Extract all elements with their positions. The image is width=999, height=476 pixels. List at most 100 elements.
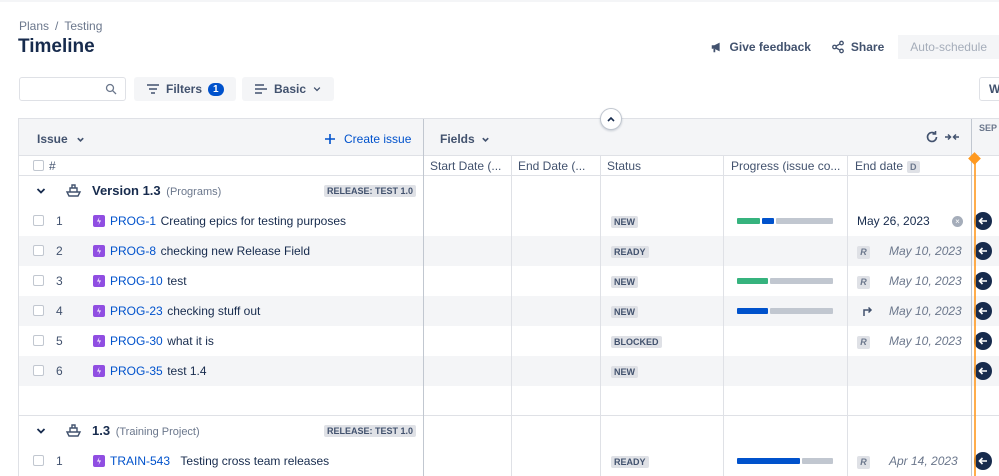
- issue-key-link[interactable]: PROG-35: [110, 364, 163, 378]
- table-row[interactable]: 4 PROG-23 checking stuff out NEW May 10, 202…: [19, 296, 999, 326]
- filters-label: Filters: [166, 82, 203, 96]
- end-date-rollup[interactable]: May 10, 2023: [889, 244, 962, 258]
- group-project: (Programs): [166, 186, 222, 198]
- table-row[interactable]: 1 PROG-1 Creating epics for testing purpos…: [19, 206, 999, 236]
- issue-key-link[interactable]: PROG-23: [110, 304, 163, 318]
- row-checkbox[interactable]: [33, 215, 44, 226]
- col-end-date[interactable]: End Date (...: [518, 159, 600, 173]
- table-row[interactable]: 1 TRAIN-543 Testing cross team releases REA…: [19, 446, 999, 476]
- scroll-to-bar-button[interactable]: [974, 452, 992, 470]
- date-badge: D: [907, 161, 920, 173]
- timeline-month-label: SEP: [979, 123, 998, 133]
- status-lozenge[interactable]: BLOCKED: [611, 336, 662, 348]
- search-input[interactable]: [26, 78, 104, 100]
- row-number: 5: [56, 334, 63, 348]
- issue-key-link[interactable]: PROG-30: [110, 334, 163, 348]
- progress-bar: [737, 308, 833, 314]
- collapse-columns-icon[interactable]: [944, 129, 960, 145]
- rollup-badge: R: [857, 456, 870, 469]
- grid-header-tools: [924, 129, 960, 145]
- issue-summary: checking new Release Field: [160, 244, 311, 258]
- group-name: Version 1.3: [92, 183, 161, 198]
- end-date[interactable]: May 26, 2023: [857, 214, 930, 228]
- scroll-to-bar-button[interactable]: [974, 362, 992, 380]
- fields-dropdown[interactable]: Fields: [440, 132, 490, 146]
- scroll-to-bar-button[interactable]: [974, 332, 992, 350]
- row-number: 2: [56, 244, 63, 258]
- progress-todo: [776, 218, 833, 224]
- row-checkbox[interactable]: [33, 335, 44, 346]
- group-name: 1.3: [92, 423, 111, 438]
- group-spacer: [19, 386, 999, 416]
- end-date-rollup[interactable]: May 10, 2023: [889, 334, 962, 348]
- release-lozenge: RELEASE: TEST 1.0: [324, 425, 417, 437]
- story-icon: [93, 455, 105, 467]
- search-field[interactable]: [19, 77, 126, 101]
- scroll-to-bar-button[interactable]: [974, 212, 992, 230]
- issue-summary: test 1.4: [167, 364, 207, 378]
- end-date-rollup[interactable]: May 10, 2023: [889, 304, 962, 318]
- view-settings-button[interactable]: Basic: [242, 77, 335, 101]
- col-start-date[interactable]: Start Date (...: [430, 159, 510, 173]
- status-lozenge[interactable]: NEW: [611, 276, 638, 288]
- issue-key-link[interactable]: PROG-1: [110, 214, 156, 228]
- select-all-checkbox[interactable]: [33, 160, 44, 171]
- status-lozenge[interactable]: NEW: [611, 216, 638, 228]
- release-lozenge: RELEASE: TEST 1.0: [324, 185, 417, 197]
- table-row[interactable]: 6 PROG-35 test 1.4 NEW: [19, 356, 999, 386]
- refresh-icon[interactable]: [924, 129, 940, 145]
- view-settings-label: Basic: [274, 82, 307, 96]
- group-row: Version 1.3 (Programs) RELEASE: TEST 1.0: [19, 176, 999, 206]
- breadcrumb-current[interactable]: Testing: [64, 19, 102, 33]
- chevron-down-icon[interactable]: [36, 426, 46, 436]
- filters-count-badge: 1: [208, 82, 224, 96]
- collapse-toolbar-button[interactable]: [600, 108, 622, 130]
- clear-date-icon[interactable]: ×: [952, 216, 963, 227]
- table-row[interactable]: 5 PROG-30 what it is BLOCKED May 10, 2023 R: [19, 326, 999, 356]
- status-lozenge[interactable]: READY: [611, 246, 649, 258]
- ship-icon: [65, 184, 82, 197]
- issue-key-link[interactable]: TRAIN-543: [110, 454, 170, 468]
- chevron-up-icon: [607, 116, 615, 122]
- progress-done: [737, 278, 768, 284]
- arrow-left-icon: [978, 247, 987, 255]
- issue-key-link[interactable]: PROG-8: [110, 244, 156, 258]
- row-checkbox[interactable]: [33, 245, 44, 256]
- end-date-rollup[interactable]: Apr 14, 2023: [889, 454, 958, 468]
- give-feedback-button[interactable]: Give feedback: [700, 35, 821, 59]
- scroll-to-bar-button[interactable]: [974, 272, 992, 290]
- table-row[interactable]: 2 PROG-8 checking new Release Field READY Ma…: [19, 236, 999, 266]
- row-checkbox[interactable]: [33, 305, 44, 316]
- row-number: 6: [56, 364, 63, 378]
- row-checkbox[interactable]: [33, 365, 44, 376]
- col-progress[interactable]: Progress (issue co...: [731, 159, 845, 173]
- story-icon: [93, 305, 105, 317]
- end-date-rollup[interactable]: May 10, 2023: [889, 274, 962, 288]
- status-lozenge[interactable]: NEW: [611, 366, 638, 378]
- toolbar-overflow-button[interactable]: W: [979, 77, 999, 101]
- chevron-down-icon[interactable]: [36, 186, 46, 196]
- col-status[interactable]: Status: [607, 159, 641, 173]
- column-divider: [423, 119, 424, 476]
- status-lozenge[interactable]: NEW: [611, 306, 638, 318]
- status-lozenge[interactable]: READY: [611, 456, 649, 468]
- rollup-badge: R: [857, 246, 870, 259]
- create-issue-button[interactable]: Create issue: [324, 132, 411, 146]
- share-button[interactable]: Share: [821, 35, 894, 59]
- row-checkbox[interactable]: [33, 275, 44, 286]
- scroll-to-bar-button[interactable]: [974, 302, 992, 320]
- story-icon: [93, 365, 105, 377]
- filters-button[interactable]: Filters 1: [134, 77, 236, 101]
- page-title: Timeline: [18, 36, 95, 57]
- issue-column-header[interactable]: Issue: [37, 132, 85, 146]
- table-row[interactable]: 3 PROG-10 test NEW May 10, 2023 R: [19, 266, 999, 296]
- arrow-left-icon: [978, 367, 987, 375]
- auto-schedule-button[interactable]: Auto-schedule: [898, 35, 999, 59]
- col-end-date-2[interactable]: End date D: [855, 159, 920, 173]
- row-checkbox[interactable]: [33, 455, 44, 466]
- issue-key-link[interactable]: PROG-10: [110, 274, 163, 288]
- scroll-to-bar-button[interactable]: [974, 242, 992, 260]
- progress-todo: [802, 458, 833, 464]
- column-divider: [847, 156, 848, 476]
- breadcrumb-plans[interactable]: Plans: [19, 19, 49, 33]
